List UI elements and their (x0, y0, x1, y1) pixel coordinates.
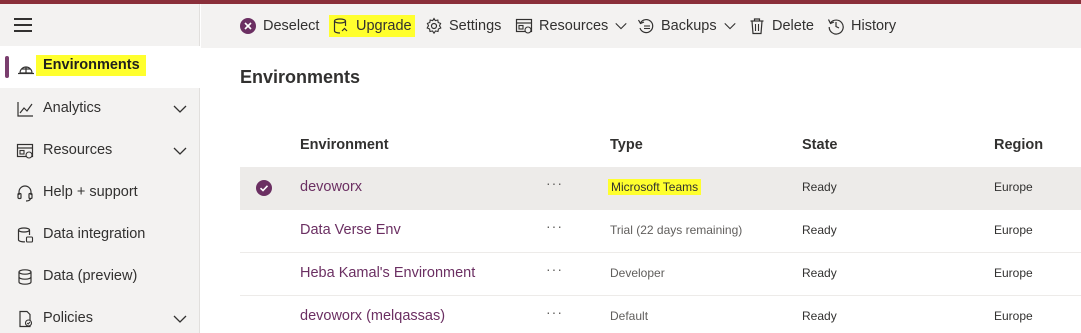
sidebar-item-label: Data integration (43, 226, 146, 242)
page-title: Environments (240, 67, 361, 87)
left-nav: Environments Analytics Resources Help + … (0, 4, 200, 333)
environment-type: Default (610, 309, 649, 323)
sidebar-item-label: Analytics (43, 100, 102, 116)
environment-region: Europe (994, 223, 1033, 237)
sidebar-item-analytics[interactable]: Analytics (0, 88, 200, 130)
environment-type: Microsoft Teams (608, 179, 702, 195)
settings-label: Settings (449, 18, 502, 34)
sidebar-item-resources[interactable]: Resources (0, 130, 200, 172)
upgrade-database-icon (333, 18, 348, 34)
environment-state: Ready (802, 223, 837, 237)
headset-icon (17, 185, 33, 202)
backup-restore-icon (637, 19, 654, 34)
sidebar-item-environments[interactable]: Environments (0, 46, 200, 88)
column-header-type[interactable]: Type (610, 137, 643, 153)
sidebar-item-data-integration[interactable]: Data integration (0, 214, 200, 256)
chart-line-icon (17, 102, 33, 117)
environment-state: Ready (802, 180, 837, 194)
environment-name-link[interactable]: devoworx (melqassas) (300, 308, 445, 324)
environment-state: Ready (802, 309, 837, 323)
chevron-down-icon[interactable] (172, 143, 188, 159)
settings-button[interactable]: Settings (425, 15, 501, 37)
environment-name-link[interactable]: Heba Kamal's Environment (300, 265, 475, 281)
upgrade-label: Upgrade (356, 18, 412, 34)
history-button[interactable]: History (827, 15, 896, 37)
table-row[interactable]: devoworx (melqassas) ··· Default Ready E… (240, 296, 1081, 333)
more-options-icon[interactable]: ··· (546, 218, 563, 234)
environment-region: Europe (994, 309, 1033, 323)
trash-icon (750, 18, 764, 35)
deselect-button[interactable]: Deselect (239, 15, 319, 37)
environment-region: Europe (994, 180, 1033, 194)
history-label: History (851, 18, 897, 34)
table-row[interactable]: Heba Kamal's Environment ··· Developer R… (240, 253, 1081, 296)
chevron-down-icon (615, 22, 627, 30)
active-indicator (5, 56, 9, 78)
column-header-region[interactable]: Region (994, 137, 1043, 153)
close-circle-icon (240, 18, 256, 34)
environment-type: Developer (610, 266, 665, 280)
sidebar-item-label: Environments (36, 55, 146, 76)
sidebar-item-data-preview[interactable]: Data (preview) (0, 256, 200, 298)
column-header-environment[interactable]: Environment (300, 137, 389, 153)
sidebar-item-label: Resources (43, 142, 113, 158)
sidebar-item-policies[interactable]: Policies (0, 298, 200, 333)
history-icon (827, 19, 844, 35)
table-row[interactable]: devoworx ··· Microsoft Teams Ready Europ… (240, 167, 1081, 210)
column-header-state[interactable]: State (802, 137, 837, 153)
sidebar-item-help-support[interactable]: Help + support (0, 172, 200, 214)
backups-label: Backups (661, 18, 717, 34)
environment-name-link[interactable]: devoworx (300, 179, 362, 195)
environment-state: Ready (802, 266, 837, 280)
table-row[interactable]: Data Verse Env ··· Trial (22 days remain… (240, 210, 1081, 253)
more-options-icon[interactable]: ··· (546, 304, 563, 320)
policy-icon (19, 310, 33, 328)
sidebar-item-label: Help + support (43, 184, 138, 200)
upgrade-button[interactable]: Upgrade (329, 15, 415, 37)
environment-type: Trial (22 days remaining) (610, 223, 743, 237)
resources-menu-button[interactable]: Resources (515, 15, 628, 37)
more-options-icon[interactable]: ··· (546, 175, 563, 191)
data-integration-icon (17, 227, 34, 243)
environment-name-link[interactable]: Data Verse Env (300, 222, 401, 238)
more-options-icon[interactable]: ··· (546, 261, 563, 277)
chevron-down-icon[interactable] (172, 311, 188, 327)
data-icon (18, 269, 32, 285)
backups-menu-button[interactable]: Backups (637, 15, 737, 37)
gear-icon (426, 17, 442, 35)
sidebar-item-label: Policies (43, 310, 93, 326)
chevron-down-icon (723, 22, 736, 30)
chevron-down-icon[interactable] (172, 101, 188, 117)
hamburger-menu-icon[interactable] (14, 18, 34, 34)
sidebar-item-label: Data (preview) (43, 268, 138, 284)
deselect-label: Deselect (263, 18, 320, 34)
delete-button[interactable]: Delete (748, 15, 814, 37)
delete-label: Delete (772, 18, 814, 34)
checkmark-circle-icon[interactable] (256, 180, 272, 196)
resources-icon (16, 143, 34, 159)
resources-label: Resources (539, 18, 609, 34)
environment-icon (18, 66, 34, 75)
resources-icon (515, 18, 533, 34)
environment-region: Europe (994, 266, 1033, 280)
command-bar: Deselect Upgrade Settings Resources Back… (201, 4, 1081, 48)
